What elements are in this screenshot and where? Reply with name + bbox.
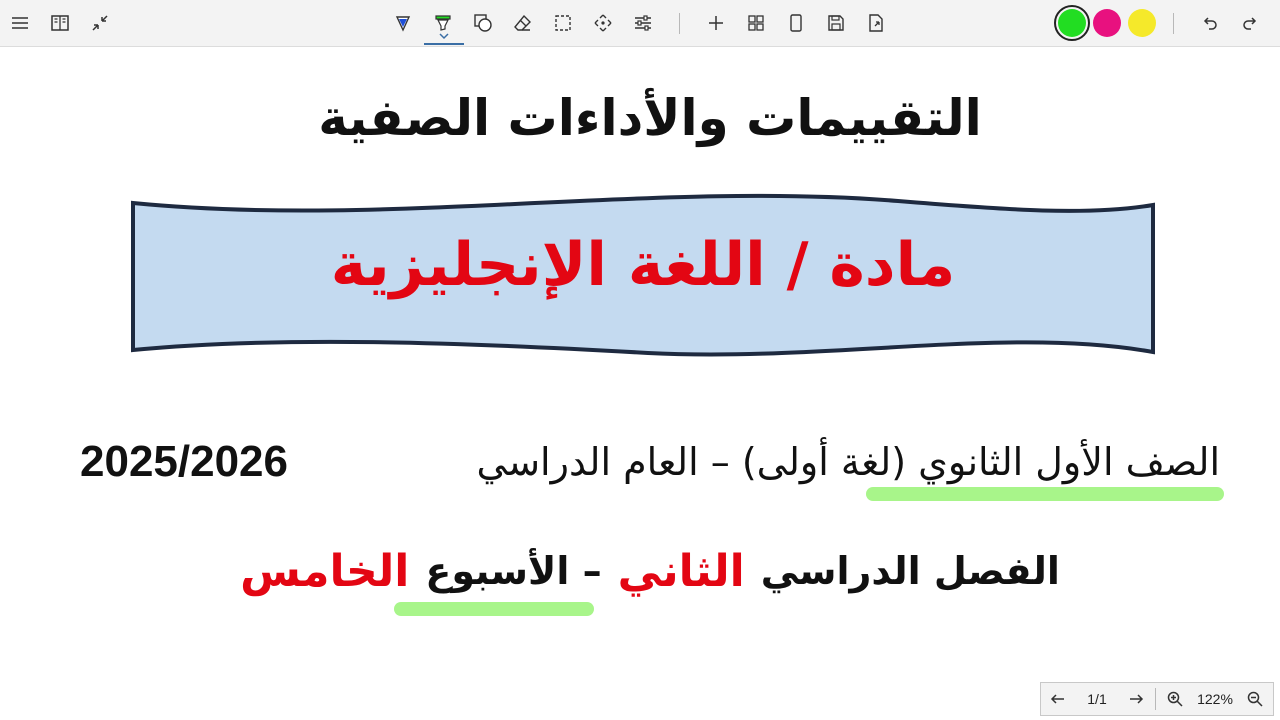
add-page-button[interactable] — [699, 6, 733, 40]
shapes-icon — [474, 14, 492, 32]
undo-button[interactable] — [1193, 6, 1227, 40]
add-icon — [709, 16, 723, 30]
lasso-select-icon — [555, 15, 571, 31]
zoom-in-button[interactable] — [1158, 683, 1192, 715]
menu-button[interactable] — [3, 6, 37, 40]
week-prefix: – الأسبوع — [425, 549, 602, 593]
color-swatch-green[interactable] — [1054, 5, 1090, 41]
save-button[interactable] — [819, 6, 853, 40]
page-navigation-bar: 1/1 122% — [1040, 682, 1274, 716]
grade-line: الصف الأول الثانوي (لغة أولى) – العام ال… — [80, 430, 1220, 494]
next-page-button[interactable] — [1119, 683, 1153, 715]
active-tool-indicator — [424, 43, 464, 45]
thumbnails-button[interactable] — [739, 6, 773, 40]
page-icon — [790, 14, 802, 32]
arrow-right-icon — [1130, 694, 1144, 704]
move-tool-button[interactable] — [586, 6, 620, 40]
subject-title: مادة / اللغة الإنجليزية — [330, 230, 956, 300]
zoom-in-icon — [1167, 691, 1183, 707]
export-icon — [869, 14, 883, 32]
export-button[interactable] — [859, 6, 893, 40]
grade-text: الصف الأول الثانوي (لغة أولى) – العام ال… — [476, 440, 1220, 484]
toolbar-separator — [1173, 13, 1174, 34]
term-line: الفصل الدراسي الثاني – الأسبوع الخامس — [200, 536, 1100, 606]
color-swatch-yellow[interactable] — [1128, 9, 1156, 37]
book-icon — [51, 15, 69, 31]
zoom-level: 122% — [1197, 691, 1233, 707]
color-swatch-pink[interactable] — [1093, 9, 1121, 37]
redo-button[interactable] — [1233, 6, 1267, 40]
week-name: الخامس — [240, 545, 410, 597]
page-view-button[interactable] — [779, 6, 813, 40]
eraser-tool-button[interactable] — [506, 6, 540, 40]
grid-icon — [748, 15, 764, 31]
move-icon — [594, 14, 612, 32]
shapes-tool-button[interactable] — [466, 6, 500, 40]
reading-view-button[interactable] — [43, 6, 77, 40]
chevron-down-icon[interactable] — [439, 32, 449, 40]
collapse-icon — [92, 15, 108, 31]
lasso-select-button[interactable] — [546, 6, 580, 40]
term-prefix: الفصل الدراسي — [760, 549, 1060, 593]
pen-icon — [395, 16, 411, 32]
zoom-out-icon — [1247, 691, 1263, 707]
eraser-icon — [514, 14, 531, 31]
menu-icon — [12, 17, 28, 29]
academic-year: 2025/2026 — [80, 437, 288, 486]
toolbar — [0, 0, 1280, 47]
undo-icon — [1203, 17, 1217, 30]
arrow-left-icon — [1050, 694, 1064, 704]
document-title: التقييمات والأداءات الصفية — [318, 89, 982, 147]
redo-icon — [1243, 17, 1257, 30]
settings-sliders-icon — [635, 15, 651, 31]
highlighter-icon — [435, 15, 451, 31]
exit-fullscreen-button[interactable] — [83, 6, 117, 40]
settings-button[interactable] — [626, 6, 660, 40]
pen-tool-button[interactable] — [386, 6, 420, 40]
highlight-stroke — [394, 602, 594, 616]
term-name: الثاني — [617, 545, 745, 597]
nav-separator — [1155, 688, 1156, 710]
page-indicator: 1/1 — [1087, 691, 1107, 707]
highlight-stroke — [866, 487, 1224, 501]
zoom-out-button[interactable] — [1238, 683, 1272, 715]
toolbar-separator — [679, 13, 680, 34]
previous-page-button[interactable] — [1041, 683, 1075, 715]
save-icon — [828, 15, 844, 31]
